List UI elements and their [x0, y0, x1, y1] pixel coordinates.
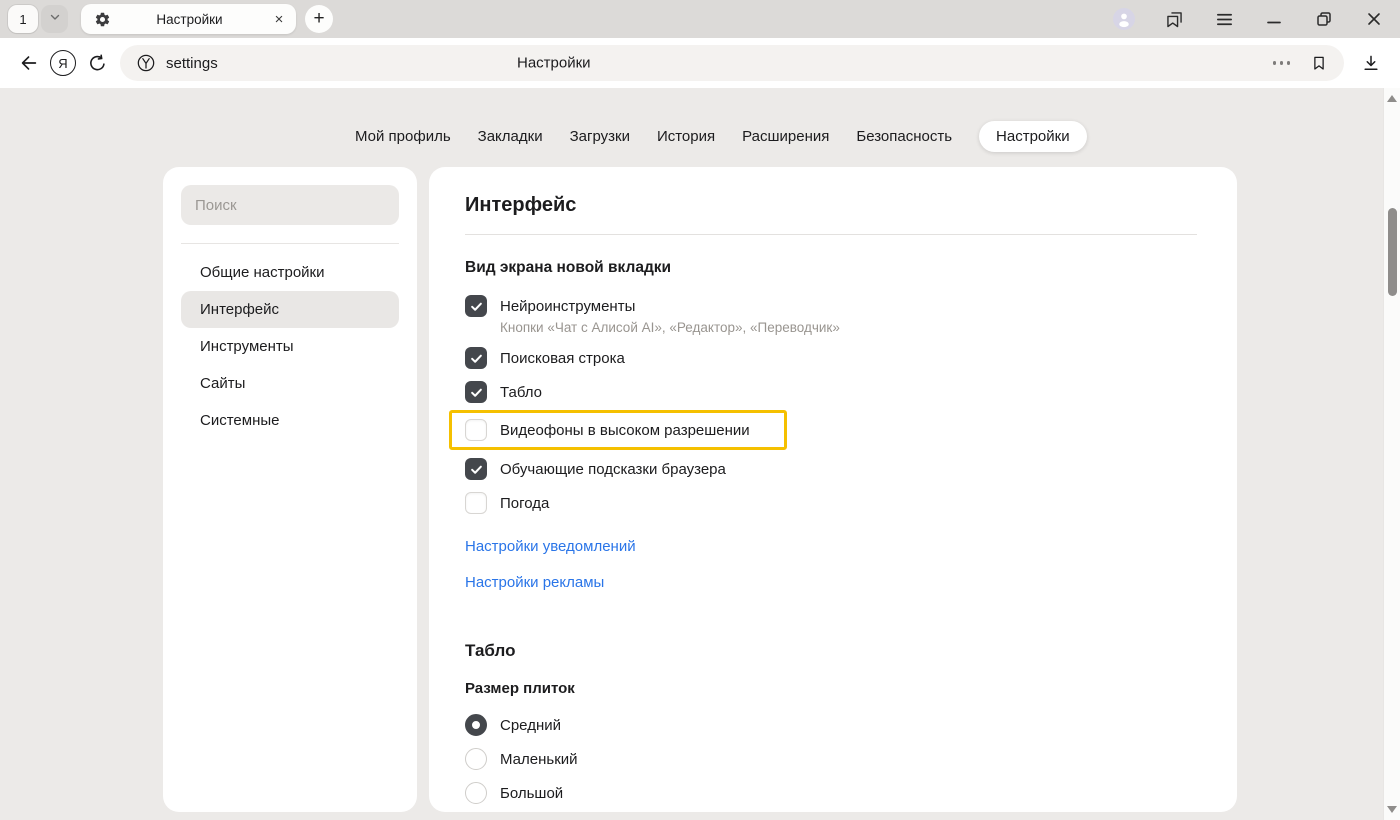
scroll-up-arrow-icon[interactable]	[1387, 95, 1397, 102]
browser-tab-settings[interactable]: Настройки ×	[81, 4, 296, 34]
tab-group-label: 1	[19, 12, 26, 27]
tab-close-button[interactable]: ×	[268, 8, 290, 30]
notifications-settings-link[interactable]: Настройки уведомлений	[465, 538, 636, 555]
checkbox-label: Нейроинструменты	[500, 298, 635, 315]
checkbox-searchbar[interactable]	[465, 347, 487, 369]
addressbar-actions	[1273, 54, 1329, 72]
checkbox-label: Погода	[500, 495, 549, 512]
new-tab-section-heading: Вид экрана новой вкладки	[465, 259, 1197, 277]
window-controls	[1113, 7, 1400, 31]
address-toolbar: Я settings Настройки	[0, 38, 1400, 88]
nav-tab-extensions[interactable]: Расширения	[742, 121, 829, 152]
address-bar[interactable]: settings Настройки	[120, 45, 1344, 81]
downloads-button[interactable]	[1354, 46, 1388, 80]
page-title: Настройки	[517, 55, 591, 72]
more-actions-icon[interactable]	[1273, 61, 1291, 65]
nav-tab-profile[interactable]: Мой профиль	[355, 121, 451, 152]
reload-button[interactable]	[80, 46, 114, 80]
section-title: Интерфейс	[465, 194, 1197, 217]
radio-label: Средний	[500, 717, 561, 734]
url-text: settings	[166, 55, 218, 72]
tile-size-subheading: Размер плиток	[465, 680, 1197, 697]
search-input[interactable]	[181, 185, 399, 225]
back-button[interactable]	[12, 46, 46, 80]
checkbox-tableau[interactable]	[465, 381, 487, 403]
tab-panels-icon[interactable]	[1163, 7, 1185, 31]
site-scheme-icon	[136, 53, 156, 73]
radio-medium[interactable]	[465, 714, 487, 736]
checkbox-row-searchbar: Поисковая строка	[465, 341, 1197, 375]
chevron-down-icon	[48, 10, 62, 28]
checkbox-neurotools[interactable]	[465, 295, 487, 317]
nav-tab-bookmarks[interactable]: Закладки	[478, 121, 543, 152]
checkbox-videobg[interactable]	[465, 419, 487, 441]
radio-row-medium: Средний	[465, 708, 1197, 742]
nav-tab-security[interactable]: Безопасность	[856, 121, 952, 152]
checkbox-row-videobg: Видеофоны в высоком разрешении	[465, 413, 774, 447]
checkbox-row-hints: Обучающие подсказки браузера	[465, 452, 1197, 486]
checkbox-label: Поисковая строка	[500, 350, 625, 367]
radio-label: Маленький	[500, 751, 578, 768]
links-block: Настройки уведомлений Настройки рекламы	[465, 538, 1197, 591]
highlight-box: Видеофоны в высоком разрешении	[449, 410, 787, 450]
tab-title: Настройки	[111, 12, 268, 27]
checkbox-label: Табло	[500, 384, 542, 401]
radio-label: Большой	[500, 785, 563, 802]
browser-window: 1 Настройки × +	[0, 0, 1400, 820]
bookmark-icon[interactable]	[1310, 54, 1328, 72]
sidebar-item-interface[interactable]: Интерфейс	[181, 291, 399, 328]
settings-content: Интерфейс Вид экрана новой вкладки Нейро…	[429, 167, 1237, 812]
sidebar-item-general[interactable]: Общие настройки	[181, 254, 399, 291]
content-divider	[465, 234, 1197, 235]
tableau-section-heading: Табло	[465, 641, 1197, 661]
close-window-button[interactable]	[1363, 7, 1385, 31]
scroll-down-arrow-icon[interactable]	[1387, 806, 1397, 813]
radio-row-small: Маленький	[465, 742, 1197, 776]
checkbox-row-neurotools: Нейроинструменты	[465, 289, 1197, 323]
checkbox-hints[interactable]	[465, 458, 487, 480]
nav-tab-downloads[interactable]: Загрузки	[570, 121, 630, 152]
minimize-button[interactable]	[1263, 7, 1285, 31]
new-tab-button[interactable]: +	[305, 5, 333, 33]
yandex-logo-icon: Я	[50, 50, 76, 76]
ads-settings-link[interactable]: Настройки рекламы	[465, 574, 604, 591]
menu-icon[interactable]	[1213, 7, 1235, 31]
nav-tab-settings[interactable]: Настройки	[979, 121, 1087, 152]
restore-button[interactable]	[1313, 7, 1335, 31]
radio-row-large: Большой	[465, 776, 1197, 810]
gear-icon	[94, 11, 111, 28]
scrollbar-thumb[interactable]	[1388, 208, 1397, 296]
sidebar-item-sites[interactable]: Сайты	[181, 365, 399, 402]
nav-tab-history[interactable]: История	[657, 121, 715, 152]
radio-small[interactable]	[465, 748, 487, 770]
profile-avatar[interactable]	[1113, 7, 1135, 31]
checkbox-label: Обучающие подсказки браузера	[500, 461, 726, 478]
tab-group-expand-button[interactable]	[41, 5, 68, 33]
page-scrollbar[interactable]	[1383, 88, 1400, 820]
checkbox-label: Видеофоны в высоком разрешении	[500, 422, 750, 439]
checkbox-row-weather: Погода	[465, 486, 1197, 520]
settings-sidebar: Общие настройки Интерфейс Инструменты Са…	[163, 167, 417, 812]
checkbox-sublabel: Кнопки «Чат с Алисой AI», «Редактор», «П…	[500, 320, 1197, 335]
tile-size-radios: Средний Маленький Большой	[465, 708, 1197, 810]
checkbox-row-tableau: Табло	[465, 375, 1197, 409]
tab-bar: 1 Настройки × +	[0, 0, 1400, 38]
sidebar-item-tools[interactable]: Инструменты	[181, 328, 399, 365]
sidebar-item-system[interactable]: Системные	[181, 402, 399, 439]
sidebar-divider	[181, 243, 399, 244]
checkbox-weather[interactable]	[465, 492, 487, 514]
settings-nav: Мой профиль Закладки Загрузки История Ра…	[355, 121, 1087, 152]
yandex-logo-button[interactable]: Я	[46, 46, 80, 80]
tab-group-button[interactable]: 1	[8, 5, 38, 33]
radio-large[interactable]	[465, 782, 487, 804]
